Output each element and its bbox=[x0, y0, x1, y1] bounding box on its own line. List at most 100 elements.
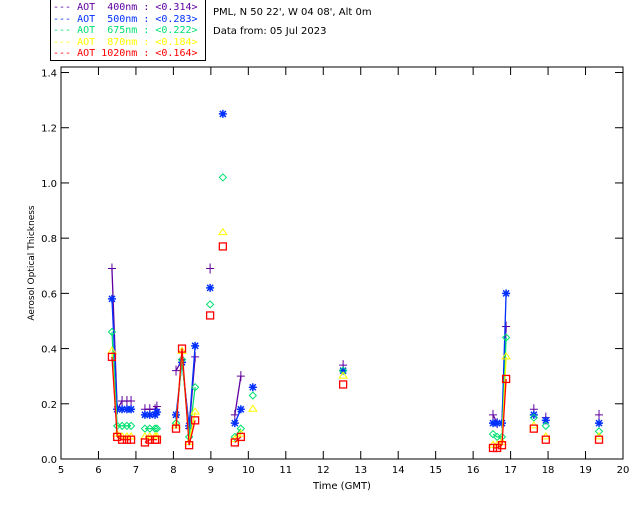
data-point-4 bbox=[236, 432, 245, 442]
data-point-1 bbox=[178, 358, 187, 367]
data-point-4 bbox=[140, 438, 150, 447]
series-line-0 bbox=[181, 359, 190, 429]
data-point-0 bbox=[185, 423, 194, 434]
x-tick-label: 7 bbox=[133, 465, 139, 476]
data-point-0 bbox=[206, 263, 215, 274]
series-line-4 bbox=[234, 436, 242, 443]
data-point-4 bbox=[541, 435, 550, 444]
data-point-1 bbox=[127, 405, 136, 414]
data-point-1 bbox=[151, 410, 160, 419]
series-line-4 bbox=[501, 378, 507, 446]
x-tick-label: 14 bbox=[392, 465, 405, 476]
data-point-3 bbox=[150, 432, 160, 440]
data-point-1 bbox=[206, 283, 215, 292]
series-line-1 bbox=[188, 345, 196, 426]
data-point-0 bbox=[122, 396, 131, 407]
data-point-4 bbox=[338, 380, 348, 389]
data-point-2 bbox=[501, 333, 511, 342]
data-point-0 bbox=[140, 404, 149, 415]
data-point-1 bbox=[488, 419, 497, 428]
x-tick-label: 12 bbox=[317, 465, 330, 476]
data-point-3 bbox=[247, 404, 258, 412]
data-point-3 bbox=[492, 440, 503, 448]
data-point-1 bbox=[236, 405, 245, 414]
data-point-1 bbox=[122, 405, 131, 414]
data-point-4 bbox=[122, 435, 132, 444]
data-point-0 bbox=[145, 404, 154, 415]
data-point-4 bbox=[218, 242, 228, 251]
series-line-2 bbox=[234, 428, 242, 438]
series-line-1 bbox=[234, 409, 242, 424]
data-point-1 bbox=[497, 419, 506, 428]
data-point-4 bbox=[107, 352, 117, 362]
x-tick-label: 15 bbox=[429, 465, 442, 476]
data-point-0 bbox=[529, 404, 538, 415]
data-point-2 bbox=[594, 427, 604, 436]
x-tick-label: 19 bbox=[579, 465, 592, 476]
x-axis-label: Time (GMT) bbox=[312, 481, 371, 492]
data-point-2 bbox=[150, 424, 160, 433]
data-point-1 bbox=[339, 366, 348, 375]
series-line-3 bbox=[188, 411, 196, 443]
x-tick-label: 9 bbox=[208, 465, 214, 476]
data-point-3 bbox=[229, 434, 240, 443]
series-line-4 bbox=[188, 420, 196, 446]
data-point-2 bbox=[184, 432, 194, 442]
x-tick-label: 20 bbox=[617, 465, 630, 476]
data-point-3 bbox=[117, 432, 128, 440]
data-point-4 bbox=[190, 416, 200, 425]
data-point-4 bbox=[113, 432, 122, 442]
data-point-0 bbox=[236, 371, 245, 382]
y-axis-label: Aerosol Optical Thickness bbox=[27, 205, 37, 321]
series-line-3 bbox=[175, 351, 183, 426]
data-point-3 bbox=[112, 429, 123, 437]
legend-line-swatch: --- bbox=[53, 25, 78, 36]
data-point-1 bbox=[140, 410, 149, 419]
plot-frame bbox=[60, 66, 624, 460]
data-point-0 bbox=[191, 351, 200, 362]
series-line-4 bbox=[175, 348, 183, 429]
data-point-1 bbox=[118, 405, 127, 414]
data-point-2 bbox=[140, 424, 150, 433]
data-point-2 bbox=[112, 421, 122, 431]
legend-label: AOT 500nm : <0.283> bbox=[77, 13, 198, 25]
x-tick-label: 16 bbox=[467, 465, 480, 476]
series-line-3 bbox=[496, 441, 503, 446]
series-line-2 bbox=[188, 387, 196, 437]
data-point-0 bbox=[497, 418, 506, 429]
data-point-3 bbox=[497, 437, 507, 445]
series-line-3 bbox=[234, 433, 242, 441]
data-point-3 bbox=[126, 432, 136, 440]
data-point-0 bbox=[488, 409, 497, 420]
data-point-4 bbox=[171, 424, 181, 433]
series-line-0 bbox=[175, 359, 183, 371]
series-line-2 bbox=[181, 359, 190, 437]
series-line-0 bbox=[234, 376, 242, 415]
y-tick-label: 0.2 bbox=[41, 400, 57, 411]
series-line-0 bbox=[188, 356, 196, 429]
x-tick-label: 8 bbox=[170, 465, 176, 476]
x-tick-label: 5 bbox=[58, 465, 64, 476]
data-point-1 bbox=[248, 383, 257, 392]
y-tick-label: 0.8 bbox=[41, 234, 57, 245]
data-point-4 bbox=[184, 441, 194, 450]
x-tick-label: 11 bbox=[279, 465, 292, 476]
legend-line-swatch: --- bbox=[53, 13, 78, 25]
data-point-1 bbox=[185, 421, 194, 430]
series-line-4 bbox=[496, 444, 503, 449]
data-point-0 bbox=[172, 365, 181, 376]
series-line-3 bbox=[116, 433, 123, 438]
date-info: Data from: 05 Jul 2023 bbox=[213, 26, 327, 37]
data-point-4 bbox=[529, 424, 538, 433]
data-point-3 bbox=[107, 346, 117, 354]
legend-entry: --- AOT 1020nm : <0.164> bbox=[53, 48, 198, 59]
data-point-3 bbox=[235, 429, 246, 437]
data-point-4 bbox=[145, 435, 154, 444]
data-point-2 bbox=[145, 424, 155, 433]
data-point-4 bbox=[488, 443, 498, 453]
legend-line-swatch: --- bbox=[53, 36, 78, 48]
series-line-1 bbox=[111, 298, 118, 410]
data-point-2 bbox=[205, 300, 215, 309]
data-point-3 bbox=[501, 351, 512, 360]
data-point-2 bbox=[497, 432, 507, 442]
